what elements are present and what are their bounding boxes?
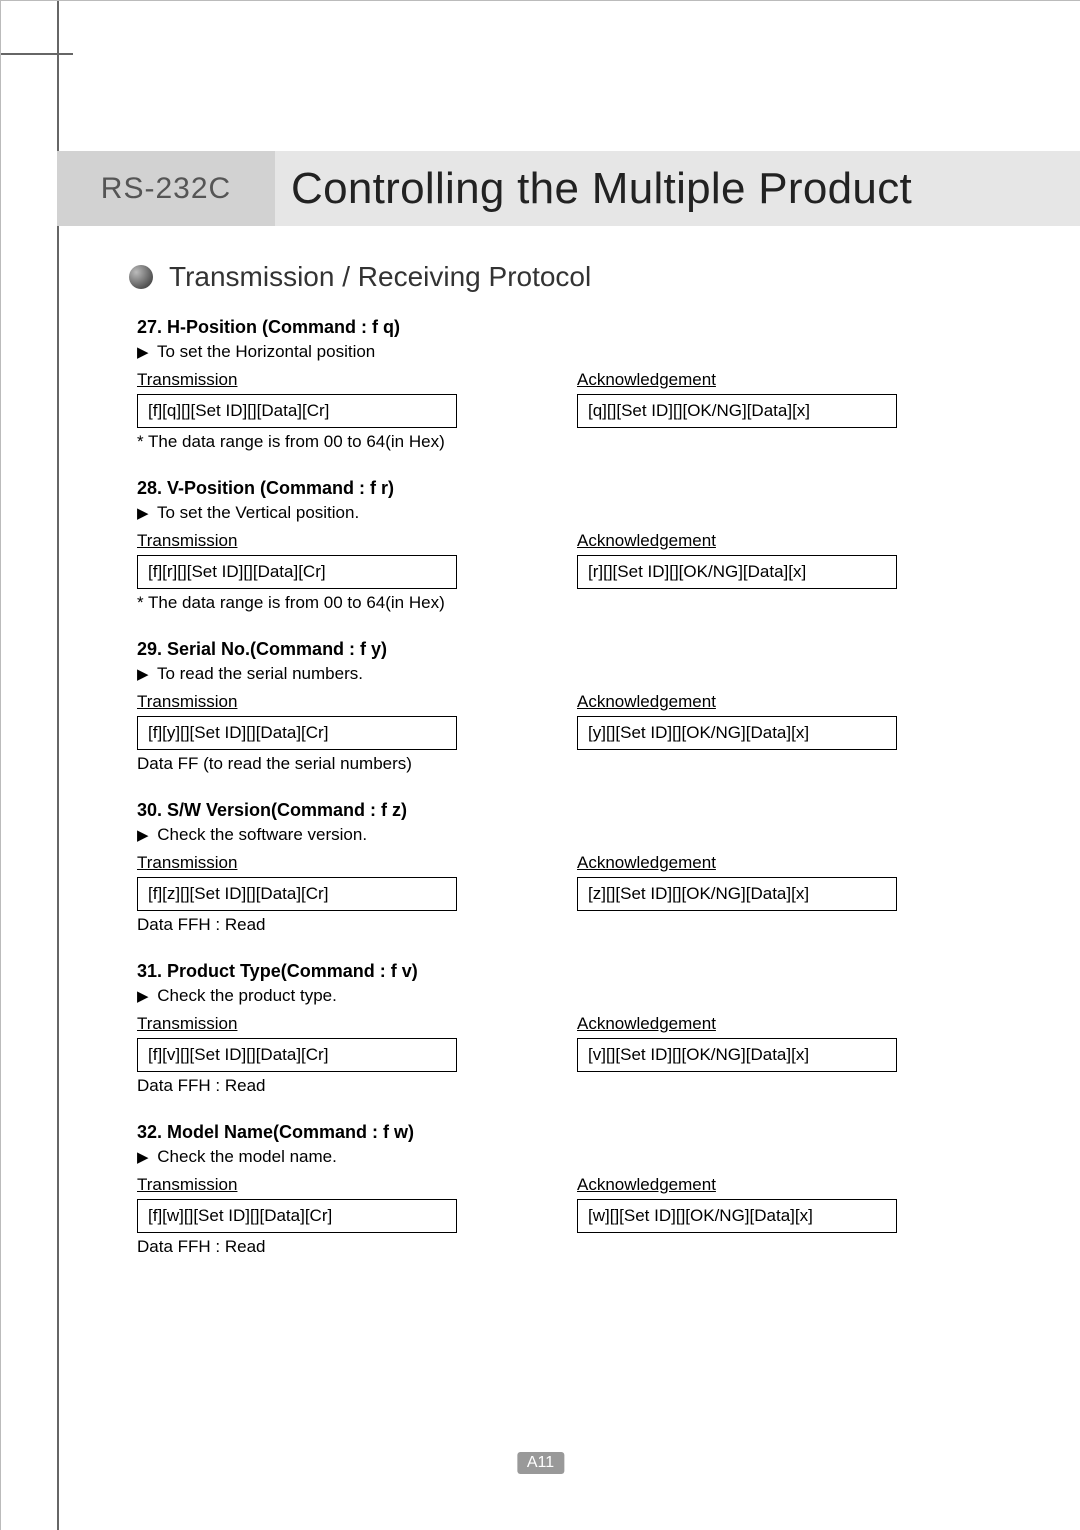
- transmission-label: Transmission: [137, 692, 457, 712]
- command-description-text: To set the Vertical position.: [157, 503, 359, 522]
- acknowledgement-label: Acknowledgement: [577, 853, 897, 873]
- acknowledgement-code: [w][][Set ID][][OK/NG][Data][x]: [577, 1199, 897, 1233]
- command-description-text: Check the model name.: [157, 1147, 337, 1166]
- acknowledgement-label: Acknowledgement: [577, 1014, 897, 1034]
- transmission-code: [f][q][][Set ID][][Data][Cr]: [137, 394, 457, 428]
- transmission-column: Transmission [f][q][][Set ID][][Data][Cr]: [137, 370, 457, 428]
- command-note: Data FFH : Read: [137, 1076, 1020, 1096]
- command-description-text: Check the software version.: [157, 825, 367, 844]
- command-block: 28. V-Position (Command : f r) ▶ To set t…: [129, 478, 1020, 613]
- command-heading: 31. Product Type(Command : f v): [137, 961, 1020, 982]
- play-icon: ▶: [137, 1149, 149, 1166]
- acknowledgement-code: [r][][Set ID][][OK/NG][Data][x]: [577, 555, 897, 589]
- command-description: ▶ Check the model name.: [137, 1147, 1020, 1167]
- acknowledgement-column: Acknowledgement [y][][Set ID][][OK/NG][Da…: [577, 692, 897, 750]
- section-title: Transmission / Receiving Protocol: [169, 261, 591, 293]
- transmission-code: [f][r][][Set ID][][Data][Cr]: [137, 555, 457, 589]
- command-description-text: Check the product type.: [157, 986, 337, 1005]
- transmission-column: Transmission [f][z][][Set ID][][Data][Cr]: [137, 853, 457, 911]
- transmission-label: Transmission: [137, 1014, 457, 1034]
- command-description: ▶ To set the Vertical position.: [137, 503, 1020, 523]
- header-badge-text: RS-232C: [101, 172, 231, 206]
- transmission-code: [f][y][][Set ID][][Data][Cr]: [137, 716, 457, 750]
- command-note: * The data range is from 00 to 64(in Hex…: [137, 593, 1020, 613]
- play-icon: ▶: [137, 344, 149, 361]
- command-description: ▶ To set the Horizontal position: [137, 342, 1020, 362]
- play-icon: ▶: [137, 827, 149, 844]
- command-description-text: To set the Horizontal position: [157, 342, 375, 361]
- transmission-column: Transmission [f][v][][Set ID][][Data][Cr]: [137, 1014, 457, 1072]
- acknowledgement-column: Acknowledgement [r][][Set ID][][OK/NG][Da…: [577, 531, 897, 589]
- decorative-rule-vertical: [57, 1, 59, 1530]
- acknowledgement-code: [q][][Set ID][][OK/NG][Data][x]: [577, 394, 897, 428]
- content-area: Transmission / Receiving Protocol 27. H-…: [129, 251, 1020, 1283]
- command-note: * The data range is from 00 to 64(in Hex…: [137, 432, 1020, 452]
- command-block: 31. Product Type(Command : f v) ▶ Check t…: [129, 961, 1020, 1096]
- page-title-text: Controlling the Multiple Product: [291, 164, 912, 214]
- page-title: Controlling the Multiple Product: [291, 151, 912, 226]
- command-description-text: To read the serial numbers.: [157, 664, 363, 683]
- bullet-icon: [129, 265, 153, 289]
- acknowledgement-column: Acknowledgement [z][][Set ID][][OK/NG][Da…: [577, 853, 897, 911]
- command-heading: 30. S/W Version(Command : f z): [137, 800, 1020, 821]
- command-note: Data FFH : Read: [137, 915, 1020, 935]
- acknowledgement-code: [y][][Set ID][][OK/NG][Data][x]: [577, 716, 897, 750]
- transmission-code: [f][v][][Set ID][][Data][Cr]: [137, 1038, 457, 1072]
- tx-ack-row: Transmission [f][r][][Set ID][][Data][Cr]…: [137, 531, 1020, 589]
- tx-ack-row: Transmission [f][v][][Set ID][][Data][Cr]…: [137, 1014, 1020, 1072]
- page-number-badge: A11: [517, 1452, 564, 1474]
- tx-ack-row: Transmission [f][z][][Set ID][][Data][Cr]…: [137, 853, 1020, 911]
- transmission-column: Transmission [f][y][][Set ID][][Data][Cr]: [137, 692, 457, 750]
- tx-ack-row: Transmission [f][w][][Set ID][][Data][Cr]…: [137, 1175, 1020, 1233]
- section-title-row: Transmission / Receiving Protocol: [129, 261, 1020, 293]
- play-icon: ▶: [137, 666, 149, 683]
- transmission-label: Transmission: [137, 853, 457, 873]
- transmission-label: Transmission: [137, 370, 457, 390]
- command-description: ▶ Check the product type.: [137, 986, 1020, 1006]
- header-badge: RS-232C: [57, 151, 275, 226]
- page-container: RS-232C Controlling the Multiple Product…: [0, 0, 1080, 1530]
- command-block: 27. H-Position (Command : f q) ▶ To set t…: [129, 317, 1020, 452]
- transmission-column: Transmission [f][r][][Set ID][][Data][Cr]: [137, 531, 457, 589]
- command-heading: 27. H-Position (Command : f q): [137, 317, 1020, 338]
- transmission-column: Transmission [f][w][][Set ID][][Data][Cr]: [137, 1175, 457, 1233]
- transmission-label: Transmission: [137, 1175, 457, 1195]
- acknowledgement-label: Acknowledgement: [577, 531, 897, 551]
- transmission-code: [f][z][][Set ID][][Data][Cr]: [137, 877, 457, 911]
- command-note: Data FFH : Read: [137, 1237, 1020, 1257]
- command-heading: 29. Serial No.(Command : f y): [137, 639, 1020, 660]
- command-block: 32. Model Name(Command : f w) ▶ Check the…: [129, 1122, 1020, 1257]
- acknowledgement-label: Acknowledgement: [577, 692, 897, 712]
- command-heading: 28. V-Position (Command : f r): [137, 478, 1020, 499]
- page-number-text: A11: [527, 1454, 554, 1471]
- command-description: ▶ To read the serial numbers.: [137, 664, 1020, 684]
- transmission-code: [f][w][][Set ID][][Data][Cr]: [137, 1199, 457, 1233]
- acknowledgement-label: Acknowledgement: [577, 370, 897, 390]
- command-note: Data FF (to read the serial numbers): [137, 754, 1020, 774]
- command-block: 30. S/W Version(Command : f z) ▶ Check th…: [129, 800, 1020, 935]
- acknowledgement-column: Acknowledgement [w][][Set ID][][OK/NG][Da…: [577, 1175, 897, 1233]
- acknowledgement-code: [v][][Set ID][][OK/NG][Data][x]: [577, 1038, 897, 1072]
- tx-ack-row: Transmission [f][q][][Set ID][][Data][Cr]…: [137, 370, 1020, 428]
- command-block: 29. Serial No.(Command : f y) ▶ To read t…: [129, 639, 1020, 774]
- transmission-label: Transmission: [137, 531, 457, 551]
- acknowledgement-label: Acknowledgement: [577, 1175, 897, 1195]
- acknowledgement-column: Acknowledgement [v][][Set ID][][OK/NG][Da…: [577, 1014, 897, 1072]
- acknowledgement-code: [z][][Set ID][][OK/NG][Data][x]: [577, 877, 897, 911]
- tx-ack-row: Transmission [f][y][][Set ID][][Data][Cr]…: [137, 692, 1020, 750]
- play-icon: ▶: [137, 988, 149, 1005]
- play-icon: ▶: [137, 505, 149, 522]
- acknowledgement-column: Acknowledgement [q][][Set ID][][OK/NG][Da…: [577, 370, 897, 428]
- command-description: ▶ Check the software version.: [137, 825, 1020, 845]
- command-heading: 32. Model Name(Command : f w): [137, 1122, 1020, 1143]
